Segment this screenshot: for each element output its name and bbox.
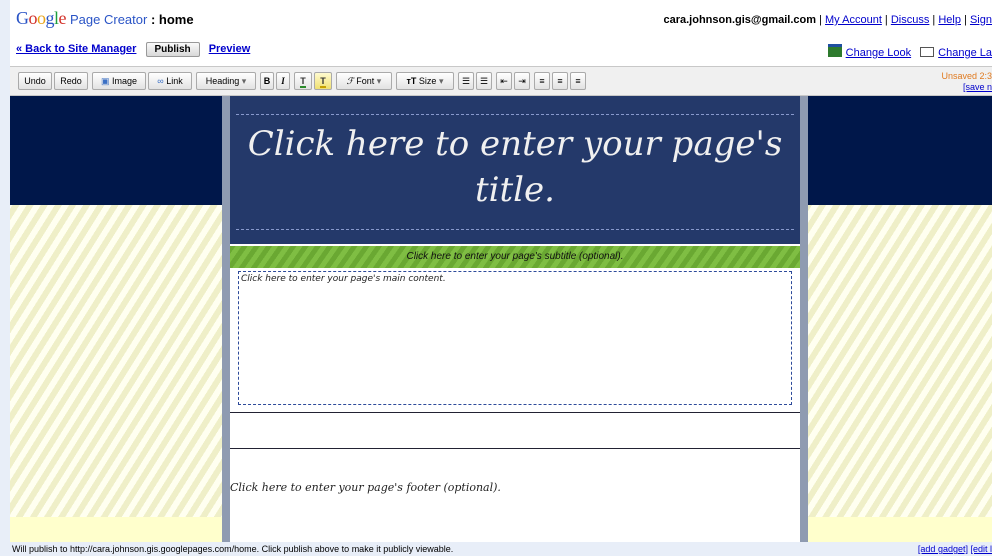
change-layout-icon bbox=[920, 47, 935, 57]
align-left-button[interactable]: ≡ bbox=[534, 72, 550, 90]
add-gadget-link[interactable]: [add gadget] bbox=[918, 544, 968, 554]
indent-button[interactable]: ⇥ bbox=[514, 72, 530, 90]
google-logo: Google bbox=[16, 8, 67, 28]
save-status: Unsaved 2:3 [save n bbox=[941, 71, 992, 93]
image-icon: ▣ bbox=[100, 76, 110, 86]
size-dropdown[interactable]: ᴛT Size ▾ bbox=[396, 72, 454, 90]
chevron-down-icon: ▾ bbox=[241, 76, 247, 86]
help-link[interactable]: Help bbox=[938, 14, 961, 26]
app-name: Page Creator bbox=[70, 12, 148, 27]
redo-button[interactable]: Redo bbox=[54, 72, 88, 90]
divider bbox=[230, 448, 800, 449]
outdent-icon: ⇤ bbox=[500, 76, 508, 86]
heading-dropdown[interactable]: Heading ▾ bbox=[196, 72, 256, 90]
link-label: Link bbox=[166, 76, 183, 86]
text-color-icon: T bbox=[300, 76, 306, 88]
undo-button[interactable]: Undo bbox=[18, 72, 52, 90]
align-center-icon: ≡ bbox=[557, 76, 563, 86]
numbered-list-button[interactable]: ☰ bbox=[458, 72, 474, 90]
numbered-list-icon: ☰ bbox=[461, 76, 471, 86]
change-layout-link[interactable]: Change La bbox=[938, 47, 992, 59]
account-email: cara.johnson.gis@gmail.com bbox=[663, 14, 817, 26]
heading-label: Heading bbox=[205, 76, 240, 86]
main-content-editor[interactable]: Click here to enter your page's main con… bbox=[238, 271, 792, 405]
link-button[interactable]: ∞ Link bbox=[148, 72, 192, 90]
page-name: home bbox=[158, 12, 194, 27]
chevron-down-icon: ▾ bbox=[376, 76, 382, 86]
font-label: Font bbox=[356, 76, 375, 86]
align-left-icon: ≡ bbox=[539, 76, 545, 86]
image-button[interactable]: ▣ Image bbox=[92, 72, 146, 90]
page-footer[interactable]: Click here to enter your page's footer (… bbox=[230, 481, 501, 494]
preview-link[interactable]: Preview bbox=[209, 43, 251, 55]
change-look-icon bbox=[827, 44, 842, 57]
bulleted-list-icon: ☰ bbox=[479, 76, 489, 86]
bulleted-list-button[interactable]: ☰ bbox=[476, 72, 492, 90]
account-links: cara.johnson.gis@gmail.com | My Account … bbox=[663, 14, 992, 26]
link-icon: ∞ bbox=[157, 76, 164, 86]
highlight-icon: T bbox=[320, 76, 326, 88]
align-right-button[interactable]: ≡ bbox=[570, 72, 586, 90]
highlight-color-button[interactable]: T bbox=[314, 72, 332, 90]
change-look-link[interactable]: Change Look bbox=[846, 47, 911, 59]
italic-button[interactable]: I bbox=[276, 72, 290, 90]
my-account-link[interactable]: My Account bbox=[825, 14, 882, 26]
look-links: Change Look Change La bbox=[822, 44, 992, 59]
text-color-button[interactable]: T bbox=[294, 72, 312, 90]
page-sep: : bbox=[147, 12, 159, 27]
header: Google Page Creator : home cara.johnson.g… bbox=[10, 0, 992, 66]
page-actions: « Back to Site Manager Publish Preview bbox=[16, 42, 250, 57]
align-right-icon: ≡ bbox=[575, 76, 581, 86]
status-links: [add gadget] [edit l bbox=[918, 542, 992, 556]
page-subtitle[interactable]: Click here to enter your page's subtitle… bbox=[230, 246, 800, 268]
status-bar: Will publish to http://cara.johnson.gis.… bbox=[10, 542, 992, 556]
font-icon: ℱ bbox=[346, 76, 354, 86]
edit-link[interactable]: [edit l bbox=[970, 544, 992, 554]
title-area: Click here to enter your page's title. bbox=[230, 96, 800, 244]
content-column: Click here to enter your page's title. C… bbox=[230, 96, 800, 542]
bold-button[interactable]: B bbox=[260, 72, 274, 90]
size-label: Size bbox=[418, 76, 437, 86]
size-icon: ᴛT bbox=[406, 76, 417, 86]
app-logo[interactable]: Google Page Creator : home bbox=[16, 8, 194, 29]
save-now-link[interactable]: [save n bbox=[963, 82, 992, 92]
page-title[interactable]: Click here to enter your page's title. bbox=[236, 114, 794, 230]
page-canvas: Click here to enter your page's title. C… bbox=[10, 96, 992, 542]
outdent-button[interactable]: ⇤ bbox=[496, 72, 512, 90]
discuss-link[interactable]: Discuss bbox=[891, 14, 930, 26]
unsaved-label: Unsaved 2:3 bbox=[941, 71, 992, 81]
indent-icon: ⇥ bbox=[518, 76, 526, 86]
font-dropdown[interactable]: ℱ Font ▾ bbox=[336, 72, 392, 90]
image-label: Image bbox=[112, 76, 138, 86]
chevron-down-icon: ▾ bbox=[438, 76, 444, 86]
publish-status-message: Will publish to http://cara.johnson.gis.… bbox=[12, 544, 454, 554]
back-to-site-manager-link[interactable]: « Back to Site Manager bbox=[16, 43, 136, 55]
publish-button[interactable]: Publish bbox=[145, 42, 200, 57]
align-center-button[interactable]: ≡ bbox=[552, 72, 568, 90]
editor-toolbar: Undo Redo ▣ Image ∞ Link Heading ▾ B I T… bbox=[10, 66, 992, 96]
sign-out-link[interactable]: Sign bbox=[970, 14, 992, 26]
divider bbox=[230, 412, 800, 413]
